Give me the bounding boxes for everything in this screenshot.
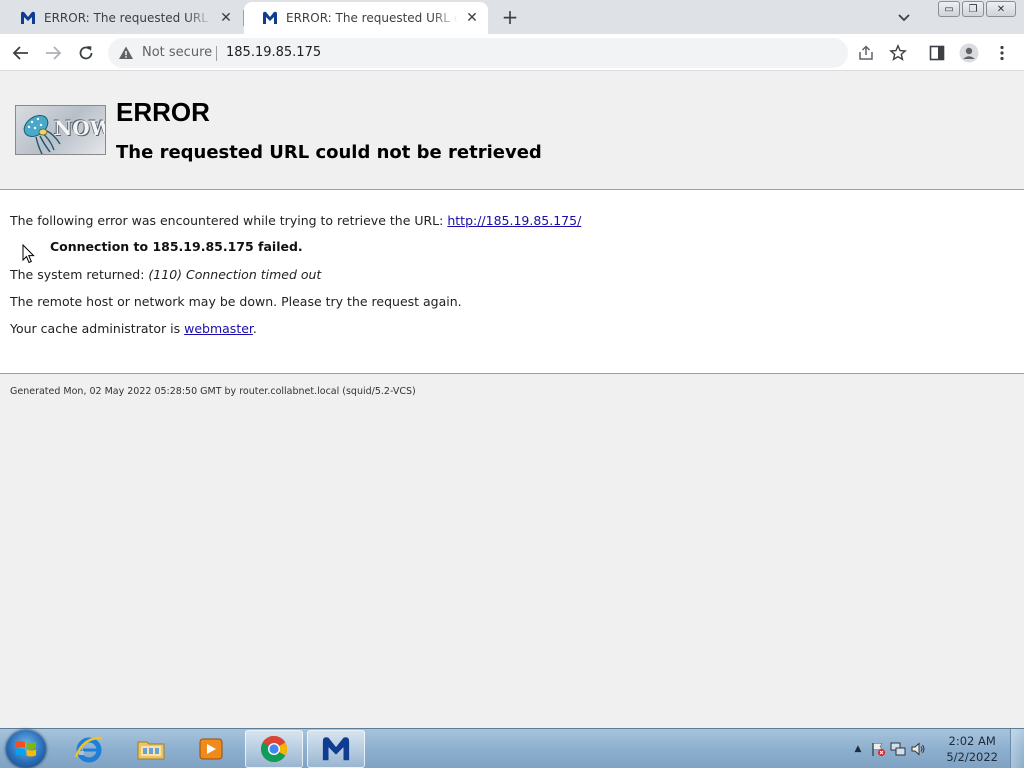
error-detail: Connection to 185.19.85.175 failed. bbox=[50, 239, 303, 254]
logo-now-text: NOW bbox=[54, 116, 105, 140]
side-panel-icon bbox=[929, 45, 945, 61]
back-button[interactable] bbox=[10, 42, 32, 64]
url-text[interactable]: 185.19.85.175 bbox=[226, 45, 321, 60]
windows-logo-icon bbox=[16, 741, 36, 757]
chrome-icon bbox=[260, 735, 288, 763]
browser-toolbar: Not secure 185.19.85.175 bbox=[0, 34, 1024, 71]
system-returned-paragraph: The system returned: (110) Connection ti… bbox=[10, 267, 321, 282]
reload-button[interactable] bbox=[75, 42, 97, 64]
side-panel-button[interactable] bbox=[926, 42, 948, 64]
window-controls: ▭ ❐ ✕ bbox=[938, 1, 1016, 17]
close-window-button[interactable]: ✕ bbox=[986, 1, 1016, 17]
error-header: NOW ERROR The requested URL could not be… bbox=[0, 71, 1024, 190]
restore-button[interactable]: ❐ bbox=[962, 1, 984, 17]
admin-paragraph: Your cache administrator is webmaster. bbox=[10, 321, 257, 336]
omnibox-divider bbox=[216, 46, 217, 61]
taskbar-internet-explorer[interactable] bbox=[60, 730, 118, 768]
requested-url-link[interactable]: http://185.19.85.175/ bbox=[447, 213, 581, 228]
new-tab-button[interactable]: + bbox=[498, 5, 522, 29]
star-icon bbox=[889, 44, 907, 61]
generated-footer-text: Generated Mon, 02 May 2022 05:28:50 GMT … bbox=[10, 386, 416, 397]
taskbar-file-explorer[interactable] bbox=[122, 730, 180, 768]
mouse-cursor-icon bbox=[22, 244, 35, 264]
show-hidden-icons-button[interactable]: ▲ bbox=[850, 741, 866, 757]
page-title: ERROR bbox=[116, 97, 210, 127]
system-returned-value: (110) Connection timed out bbox=[148, 267, 322, 282]
taskbar-chrome[interactable] bbox=[245, 730, 303, 768]
malwarebytes-favicon-icon bbox=[21, 11, 35, 24]
intro-paragraph: The following error was encountered whil… bbox=[10, 213, 581, 228]
advice-paragraph: The remote host or network may be down. … bbox=[10, 294, 462, 309]
network-icon[interactable] bbox=[890, 741, 906, 757]
share-icon bbox=[859, 45, 873, 60]
start-button[interactable] bbox=[6, 730, 46, 768]
minimize-button[interactable]: ▭ bbox=[938, 1, 960, 17]
footer-area: Generated Mon, 02 May 2022 05:28:50 GMT … bbox=[0, 373, 1024, 728]
back-arrow-icon bbox=[12, 46, 28, 60]
system-returned-label: The system returned: bbox=[10, 267, 149, 282]
tab-title: ERROR: The requested URL could not be re… bbox=[286, 11, 458, 25]
admin-text: Your cache administrator is bbox=[10, 321, 185, 336]
reload-icon bbox=[79, 46, 93, 60]
profile-button[interactable] bbox=[958, 42, 980, 64]
forward-button[interactable] bbox=[42, 42, 64, 64]
security-status-label[interactable]: Not secure bbox=[142, 45, 212, 60]
webmaster-link[interactable]: webmaster bbox=[184, 321, 253, 336]
action-center-flag-icon[interactable] bbox=[870, 741, 886, 757]
share-button[interactable] bbox=[855, 42, 877, 64]
page-subtitle: The requested URL could not be retrieved bbox=[116, 142, 542, 163]
show-desktop-button[interactable] bbox=[1010, 729, 1024, 768]
tab-inactive[interactable]: ERROR: The requested URL could not be re… bbox=[2, 2, 242, 34]
menu-button[interactable] bbox=[991, 42, 1013, 64]
system-tray: ▲ 2:02 AM 5/2/2022 bbox=[834, 729, 1024, 768]
taskbar-clock[interactable]: 2:02 AM 5/2/2022 bbox=[946, 733, 998, 765]
internet-explorer-icon bbox=[74, 736, 103, 763]
squid-logo: NOW bbox=[15, 105, 106, 155]
volume-icon[interactable] bbox=[910, 741, 926, 757]
taskbar-media-player[interactable] bbox=[182, 730, 240, 768]
forward-arrow-icon bbox=[46, 46, 62, 60]
admin-suffix: . bbox=[252, 321, 257, 336]
tab-close-icon[interactable]: ✕ bbox=[464, 10, 480, 26]
tab-search-chevron-icon[interactable] bbox=[894, 7, 914, 27]
taskbar-malwarebytes[interactable] bbox=[307, 730, 365, 768]
tab-strip: ERROR: The requested URL could not be re… bbox=[0, 0, 1024, 34]
folder-icon bbox=[137, 741, 165, 760]
malwarebytes-icon bbox=[322, 737, 350, 761]
tab-title: ERROR: The requested URL could not be re… bbox=[44, 11, 212, 25]
malwarebytes-favicon-icon bbox=[263, 11, 277, 24]
windows-taskbar: ▲ 2:02 AM 5/2/2022 bbox=[0, 728, 1024, 768]
bookmark-button[interactable] bbox=[887, 42, 909, 64]
page-content: NOW ERROR The requested URL could not be… bbox=[0, 71, 1024, 728]
media-player-icon bbox=[199, 738, 223, 760]
warning-triangle-icon[interactable] bbox=[118, 45, 134, 61]
address-bar[interactable]: Not secure 185.19.85.175 bbox=[108, 38, 848, 68]
tab-active[interactable]: ERROR: The requested URL could not be re… bbox=[244, 2, 488, 34]
tab-close-icon[interactable]: ✕ bbox=[218, 10, 234, 26]
clock-time: 2:02 AM bbox=[948, 734, 996, 748]
clock-date: 5/2/2022 bbox=[946, 750, 998, 764]
profile-avatar-icon bbox=[959, 43, 979, 63]
intro-text: The following error was encountered whil… bbox=[10, 213, 448, 228]
three-dots-menu-icon bbox=[1000, 45, 1004, 61]
